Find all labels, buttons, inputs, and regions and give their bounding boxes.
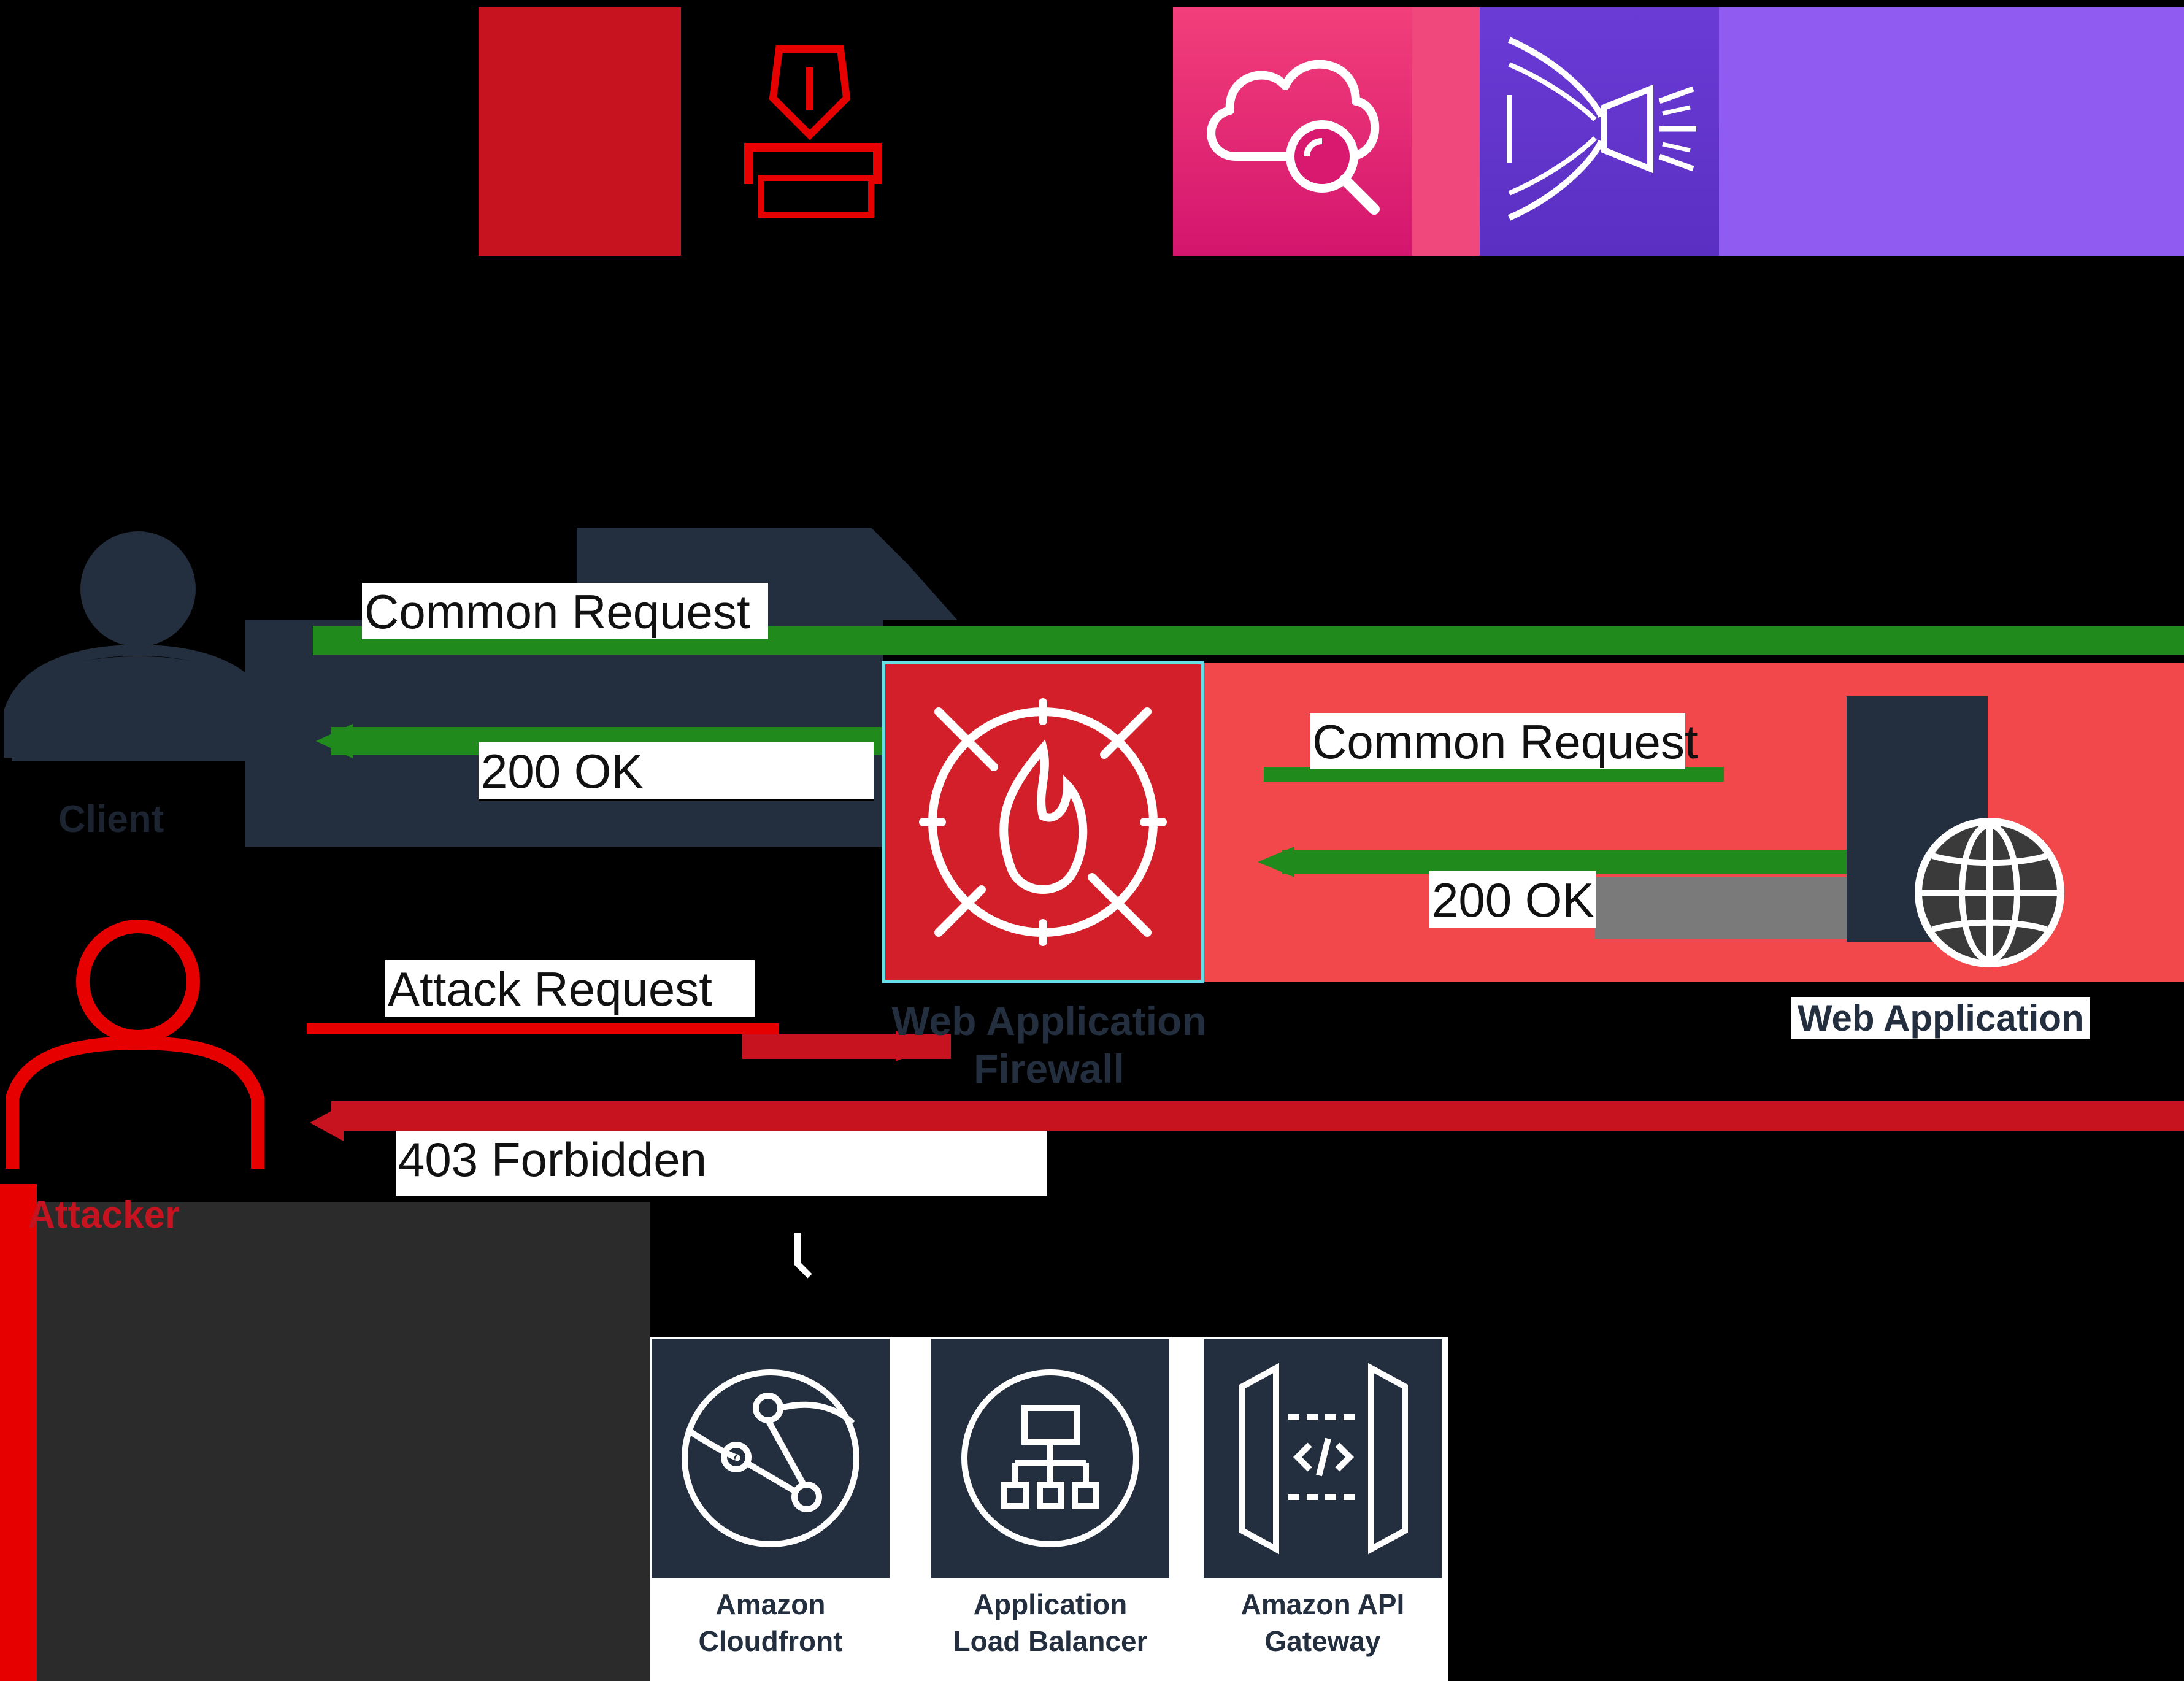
api-gateway-caption: Amazon API Gateway (1204, 1586, 1442, 1660)
diagram-canvas (0, 528, 2184, 1681)
api-gateway-caption-line2: Gateway (1264, 1625, 1381, 1657)
waf-title: Web Application Firewall (853, 997, 1245, 1093)
alb-caption: Application Load Balancer (931, 1586, 1169, 1660)
alb-caption-line1: Application (973, 1588, 1128, 1620)
api-gateway-caption-line1: Amazon API (1240, 1588, 1405, 1620)
attack-response-label: 403 Forbidden (396, 1131, 1047, 1196)
connector-line (794, 1233, 812, 1279)
green-server-response (1282, 850, 1859, 874)
red-attack-request (307, 1023, 779, 1034)
grey-block (1595, 877, 1853, 939)
waf-title-line2: Firewall (974, 1046, 1125, 1091)
server-response-label: 200 OK (1429, 871, 1596, 928)
attacker-name: Attacker (28, 1194, 180, 1236)
cloudfront-caption-line2: Cloudfront (698, 1625, 843, 1657)
client-request-label: Common Request (362, 583, 768, 639)
attacker-person-icon (6, 920, 264, 1169)
server-request-label: Common Request (1310, 713, 1698, 769)
globe-icon (1915, 818, 2064, 967)
alb-caption-line2: Load Balancer (953, 1625, 1148, 1657)
red-arrow-head (310, 1104, 344, 1141)
client-name: Client (58, 798, 164, 840)
cloudfront-caption: Amazon Cloudfront (652, 1586, 890, 1660)
client-response-label: 200 OK (479, 742, 874, 801)
server-name: Web Application (1791, 997, 2090, 1039)
red-left-column (0, 1184, 37, 1681)
dark-gray-area (37, 1202, 650, 1681)
attack-request-label: Attack Request (385, 960, 755, 1017)
red-long-line (331, 1101, 2184, 1131)
waf-title-line1: Web Application (891, 998, 1207, 1044)
cloudfront-caption-line1: Amazon (715, 1588, 826, 1620)
